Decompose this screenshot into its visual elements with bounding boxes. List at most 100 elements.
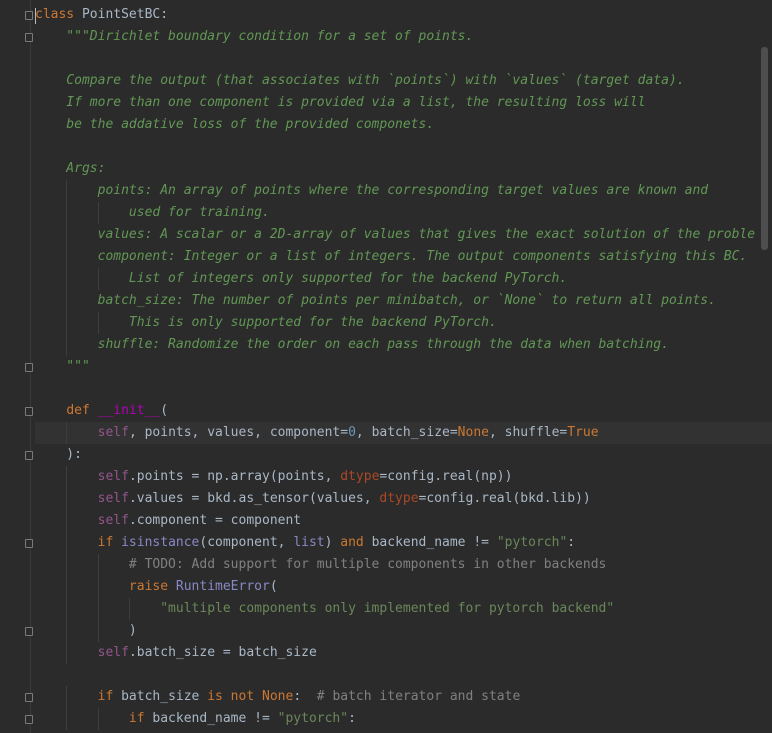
- code-line[interactable]: raise RuntimeError(: [35, 576, 772, 598]
- code-line[interactable]: values: A scalar or a 2D-array of values…: [35, 224, 772, 246]
- code-token: raise: [128, 579, 169, 594]
- code-token: :: [567, 535, 576, 550]
- code-line[interactable]: """Dirichlet boundary condition for a se…: [35, 26, 772, 48]
- code-token: 0: [348, 425, 356, 440]
- code-line[interactable]: [35, 136, 772, 158]
- code-line[interactable]: self.component = component: [35, 510, 772, 532]
- code-token: is not: [207, 689, 255, 704]
- indent-guide: [128, 598, 130, 620]
- code-line[interactable]: Compare the output (that associates with…: [35, 70, 772, 92]
- code-token: points: An array of points where the cor…: [35, 183, 709, 198]
- indent-guide: [97, 202, 99, 224]
- code-token: isinstance: [121, 535, 200, 550]
- code-line[interactable]: [35, 378, 772, 400]
- code-token: list: [293, 535, 325, 550]
- code-token: (: [160, 403, 169, 418]
- code-line[interactable]: if batch_size is not None: # batch itera…: [35, 686, 772, 708]
- fold-toggle-icon[interactable]: [25, 451, 33, 460]
- code-token: None: [457, 425, 489, 440]
- code-token: # batch iterator and state: [316, 689, 521, 704]
- code-token: used for training.: [35, 205, 270, 220]
- code-token: component: Integer or a list of integers…: [35, 249, 748, 264]
- code-token: :: [293, 689, 317, 704]
- code-token: def: [66, 403, 90, 418]
- indent-guide: [97, 554, 99, 576]
- indent-guide: [66, 290, 68, 312]
- code-token: .component = component: [128, 513, 302, 528]
- fold-toggle-icon[interactable]: [25, 539, 33, 548]
- code-token: if: [97, 535, 114, 550]
- code-line[interactable]: if backend_name != "pytorch":: [35, 708, 772, 730]
- code-line[interactable]: be the addative loss of the provided com…: [35, 114, 772, 136]
- code-token: self: [97, 645, 129, 660]
- code-token: .points = np.array(points,: [128, 469, 341, 484]
- code-line[interactable]: "multiple components only implemented fo…: [35, 598, 772, 620]
- indent-guide: [66, 202, 68, 224]
- code-area[interactable]: class PointSetBC: """Dirichlet boundary …: [35, 4, 772, 730]
- code-line[interactable]: """: [35, 356, 772, 378]
- indent-guide: [66, 686, 68, 708]
- code-line[interactable]: self, points, values, component=0, batch…: [35, 422, 772, 444]
- code-line[interactable]: self.values = bkd.as_tensor(values, dtyp…: [35, 488, 772, 510]
- fold-toggle-icon[interactable]: [25, 363, 33, 372]
- code-token: batch_size: The number of points per min…: [35, 293, 716, 308]
- indent-guide: [66, 180, 68, 202]
- code-line[interactable]: points: An array of points where the cor…: [35, 180, 772, 202]
- code-token: "pytorch": [277, 711, 349, 726]
- code-line[interactable]: # TODO: Add support for multiple compone…: [35, 554, 772, 576]
- code-token: # TODO: Add support for multiple compone…: [128, 557, 607, 572]
- indent-guide: [66, 224, 68, 246]
- fold-toggle-icon[interactable]: [25, 407, 33, 416]
- indent-guide: [66, 466, 68, 488]
- code-line[interactable]: Args:: [35, 158, 772, 180]
- code-line[interactable]: self.points = np.array(points, dtype=con…: [35, 466, 772, 488]
- code-token: PointSetBC:: [74, 7, 169, 22]
- indent-guide: [66, 422, 68, 444]
- code-editor[interactable]: class PointSetBC: """Dirichlet boundary …: [0, 0, 772, 733]
- code-token: .values = bkd.as_tensor(values,: [128, 491, 380, 506]
- code-token: self: [97, 469, 129, 484]
- code-line[interactable]: ):: [35, 444, 772, 466]
- fold-toggle-icon[interactable]: [25, 33, 33, 42]
- code-line[interactable]: if isinstance(component, list) and backe…: [35, 532, 772, 554]
- fold-toggle-icon[interactable]: [25, 627, 33, 636]
- code-line[interactable]: batch_size: The number of points per min…: [35, 290, 772, 312]
- code-token: , batch_size=: [355, 425, 458, 440]
- code-line[interactable]: self.batch_size = batch_size: [35, 642, 772, 664]
- indent-guide: [66, 576, 68, 598]
- code-token: .batch_size = batch_size: [128, 645, 317, 660]
- fold-toggle-icon[interactable]: [25, 715, 33, 724]
- code-line[interactable]: If more than one component is provided v…: [35, 92, 772, 114]
- fold-toggle-icon[interactable]: [25, 11, 33, 20]
- indent-guide: [66, 708, 68, 730]
- text-caret: [35, 8, 36, 24]
- code-line[interactable]: def __init__(: [35, 400, 772, 422]
- fold-toggle-icon[interactable]: [25, 693, 33, 702]
- code-token: """Dirichlet boundary condition for a se…: [35, 29, 474, 44]
- code-token: If more than one component is provided v…: [35, 95, 646, 110]
- code-line[interactable]: [35, 48, 772, 70]
- code-line[interactable]: component: Integer or a list of integers…: [35, 246, 772, 268]
- code-line[interactable]: class PointSetBC:: [35, 4, 772, 26]
- code-token: values: A scalar or a 2D-array of values…: [35, 227, 756, 242]
- code-line[interactable]: [35, 664, 772, 686]
- code-token: =config.real(bkd.lib)): [418, 491, 591, 506]
- code-token: (component,: [199, 535, 294, 550]
- code-token: :: [348, 711, 356, 726]
- code-line[interactable]: This is only supported for the backend P…: [35, 312, 772, 334]
- code-token: RuntimeError: [175, 579, 270, 594]
- code-line[interactable]: List of integers only supported for the …: [35, 268, 772, 290]
- code-line[interactable]: used for training.: [35, 202, 772, 224]
- code-token: (: [269, 579, 278, 594]
- indent-guide: [66, 268, 68, 290]
- indent-guide: [97, 268, 99, 290]
- code-line[interactable]: shuffle: Randomize the order on each pas…: [35, 334, 772, 356]
- vertical-scrollbar[interactable]: [761, 47, 768, 250]
- code-token: backend_name !=: [144, 711, 278, 726]
- indent-guide: [66, 620, 68, 642]
- code-line[interactable]: ): [35, 620, 772, 642]
